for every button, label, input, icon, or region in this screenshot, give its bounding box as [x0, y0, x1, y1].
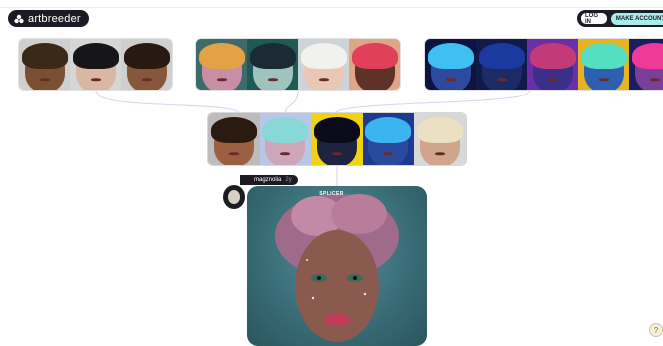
- portrait-mouth: [280, 152, 290, 155]
- portrait-mouth: [370, 78, 380, 81]
- parent-thumbnail[interactable]: [19, 39, 70, 90]
- parent-thumbnail[interactable]: [70, 39, 121, 90]
- portrait-mouth: [497, 78, 507, 81]
- parent-thumbnail[interactable]: [196, 39, 247, 90]
- portrait-hair: [479, 43, 525, 69]
- portrait-hair: [211, 117, 257, 143]
- portrait-hair: [250, 43, 296, 69]
- user-age: 2y: [285, 177, 291, 183]
- portrait-mouth: [319, 78, 329, 81]
- parent-thumbnail[interactable]: [247, 39, 298, 90]
- portrait-mouth: [142, 78, 152, 81]
- parent-thumbnail[interactable]: [121, 39, 172, 90]
- child-thumbnail[interactable]: [311, 113, 363, 165]
- parent-thumbnail[interactable]: [476, 39, 527, 90]
- child-thumbnail[interactable]: [260, 113, 312, 165]
- portrait-mouth: [217, 78, 227, 81]
- child-thumbnail[interactable]: [414, 113, 466, 165]
- username: magznolia: [254, 177, 281, 183]
- portrait-mouth: [383, 152, 393, 155]
- parent-thumbnail[interactable]: [349, 39, 400, 90]
- parent-thumbnail[interactable]: [298, 39, 349, 90]
- child-results-row[interactable]: [208, 113, 466, 165]
- portrait-mouth: [332, 152, 342, 155]
- portrait-hair: [530, 43, 576, 69]
- portrait-hair: [365, 117, 411, 143]
- portrait-mouth: [446, 78, 456, 81]
- parent-thumbnail[interactable]: [425, 39, 476, 90]
- portrait-hair: [262, 117, 308, 143]
- portrait-hair: [632, 43, 663, 69]
- portrait-hair: [581, 43, 627, 69]
- parent-group-3[interactable]: [425, 39, 663, 90]
- portrait-mouth: [91, 78, 101, 81]
- portrait-hair: [352, 43, 398, 69]
- portrait-hair: [199, 43, 245, 69]
- portrait-mouth: [268, 78, 278, 81]
- main-portrait-card[interactable]: [247, 186, 427, 346]
- portrait-mouth: [548, 78, 558, 81]
- help-button[interactable]: ?: [649, 323, 663, 337]
- parent-thumbnail[interactable]: [527, 39, 578, 90]
- parent-thumbnail[interactable]: [629, 39, 663, 90]
- child-thumbnail[interactable]: [363, 113, 415, 165]
- portrait-hair: [22, 43, 68, 69]
- portrait-hair: [428, 43, 474, 69]
- portrait-mouth: [650, 78, 660, 81]
- child-thumbnail[interactable]: [208, 113, 260, 165]
- portrait-hair: [314, 117, 360, 143]
- portrait-hair: [124, 43, 170, 69]
- portrait-hair: [417, 117, 463, 143]
- main-portrait-image: [247, 186, 427, 346]
- portrait-mouth: [40, 78, 50, 81]
- parent-thumbnail[interactable]: [578, 39, 629, 90]
- user-avatar[interactable]: [223, 185, 245, 209]
- user-tag[interactable]: magznolia 2y: [240, 175, 298, 185]
- portrait-hair: [73, 43, 119, 69]
- parent-group-1[interactable]: [19, 39, 172, 90]
- portrait-mouth: [435, 152, 445, 155]
- portrait-mouth: [229, 152, 239, 155]
- parent-group-2[interactable]: [196, 39, 400, 90]
- portrait-mouth: [599, 78, 609, 81]
- portrait-hair: [301, 43, 347, 69]
- splicer-label: SPLICER: [319, 191, 343, 197]
